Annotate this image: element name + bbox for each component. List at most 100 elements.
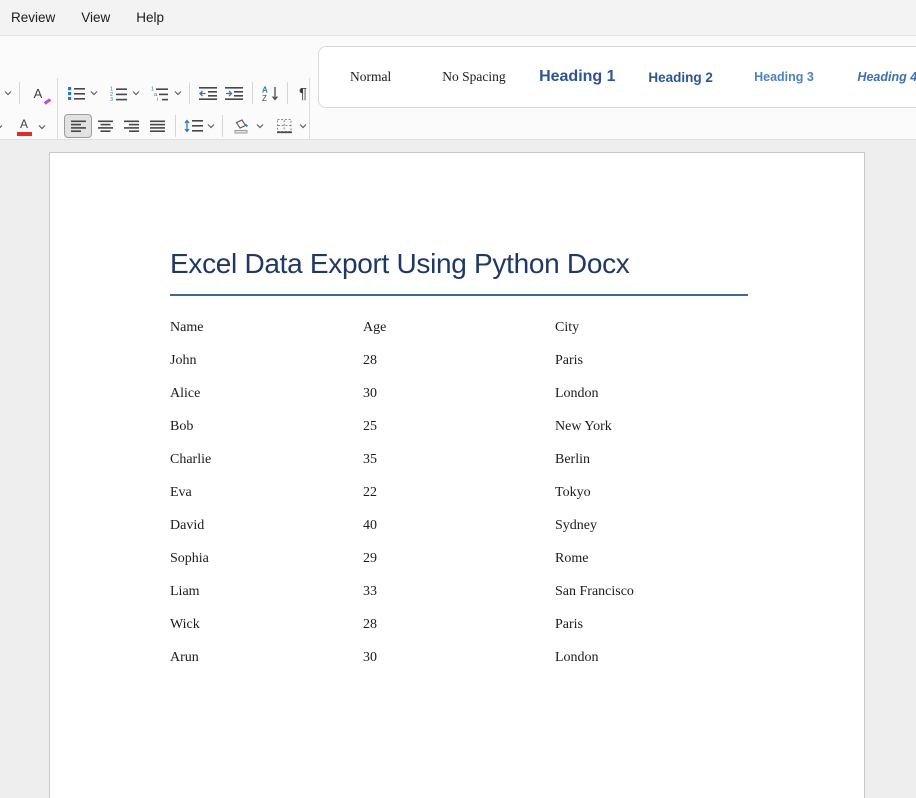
pilcrow-icon[interactable]: ¶	[293, 81, 313, 105]
separator	[175, 115, 176, 137]
table-row: Sophia29Rome	[170, 543, 824, 576]
table-cell: Paris	[555, 353, 824, 369]
table-cell: Liam	[170, 584, 363, 600]
chevron-down-icon[interactable]	[88, 81, 100, 105]
table-cell: Wick	[170, 617, 363, 633]
justify-icon[interactable]	[144, 114, 170, 138]
table-cell: 28	[363, 353, 555, 369]
chevron-down-icon[interactable]	[0, 115, 5, 139]
table-cell: Charlie	[170, 452, 363, 468]
multilevel-list-icon[interactable]: 1 a i	[148, 81, 172, 105]
styles-gallery: Normal No Spacing Heading 1 Heading 2 He…	[318, 46, 916, 108]
chevron-down-icon[interactable]	[172, 81, 184, 105]
decrease-indent-icon[interactable]	[195, 81, 221, 105]
table-cell: 30	[363, 650, 555, 666]
table-cell: 35	[363, 452, 555, 468]
align-left-icon[interactable]	[64, 114, 92, 138]
paragraph-row2	[58, 113, 309, 139]
table-cell: Name	[170, 320, 363, 336]
numbered-list-icon[interactable]: 1 2 3	[106, 81, 130, 105]
line-spacing-icon[interactable]	[181, 114, 205, 138]
style-heading-3[interactable]: Heading 3	[732, 70, 835, 84]
borders-icon[interactable]	[271, 114, 297, 138]
doc-table: NameAgeCityJohn28ParisAlice30LondonBob25…	[170, 311, 824, 675]
separator	[252, 82, 253, 104]
tab-review[interactable]: Review	[9, 7, 57, 28]
table-cell: 40	[363, 518, 555, 534]
table-cell: Rome	[555, 551, 824, 567]
table-cell: 25	[363, 419, 555, 435]
table-cell: Bob	[170, 419, 363, 435]
table-cell: 29	[363, 551, 555, 567]
increase-indent-icon[interactable]	[221, 81, 247, 105]
chevron-down-icon[interactable]	[297, 114, 309, 138]
style-heading-1[interactable]: Heading 1	[526, 68, 629, 86]
svg-text:i: i	[157, 97, 158, 101]
separator	[189, 82, 190, 104]
ribbon: A A 1	[0, 36, 916, 140]
table-cell: Berlin	[555, 452, 824, 468]
chevron-down-icon[interactable]	[254, 114, 266, 138]
eraser-icon	[42, 97, 52, 106]
table-cell: Sophia	[170, 551, 363, 567]
font-group-row2: A	[0, 114, 48, 140]
paragraph-row1: 1 2 3 1 a i	[58, 80, 313, 106]
table-cell: Arun	[170, 650, 363, 666]
chevron-down-icon[interactable]	[36, 115, 48, 139]
table-row: Charlie35Berlin	[170, 443, 824, 476]
font-color-icon[interactable]: A	[12, 115, 36, 139]
style-heading-4[interactable]: Heading 4	[836, 70, 916, 84]
table-cell: John	[170, 353, 363, 369]
table-cell: London	[555, 650, 824, 666]
table-cell: City	[555, 320, 824, 336]
table-header-row: NameAgeCity	[170, 311, 824, 344]
tab-view[interactable]: View	[79, 7, 112, 28]
font-color-bar	[17, 132, 32, 136]
table-row: John28Paris	[170, 344, 824, 377]
menu-bar: Review View Help	[0, 0, 916, 36]
table-cell: 33	[363, 584, 555, 600]
sort-icon[interactable]: A Z	[258, 81, 282, 105]
document-page[interactable]: Excel Data Export Using Python Docx Name…	[49, 152, 865, 798]
table-row: Wick28Paris	[170, 609, 824, 642]
align-right-icon[interactable]	[118, 114, 144, 138]
svg-text:3: 3	[110, 97, 113, 101]
separator	[222, 115, 223, 137]
separator	[287, 82, 288, 104]
table-cell: Sydney	[555, 518, 824, 534]
shading-icon[interactable]	[228, 114, 254, 138]
table-cell: New York	[555, 419, 824, 435]
table-row: Bob25New York	[170, 410, 824, 443]
table-cell: Age	[363, 320, 555, 336]
table-row: Liam33San Francisco	[170, 576, 824, 609]
table-row: David40Sydney	[170, 510, 824, 543]
table-cell: Paris	[555, 617, 824, 633]
table-row: Arun30London	[170, 642, 824, 675]
table-cell: 28	[363, 617, 555, 633]
table-row: Alice30London	[170, 377, 824, 410]
title-underline	[170, 294, 748, 296]
separator	[19, 82, 20, 104]
style-normal[interactable]: Normal	[319, 69, 422, 85]
table-cell: San Francisco	[555, 584, 824, 600]
table-cell: David	[170, 518, 363, 534]
font-group-row1: A	[0, 80, 51, 106]
tab-help[interactable]: Help	[134, 7, 166, 28]
bullet-list-icon[interactable]	[64, 81, 88, 105]
table-row: Eva22Tokyo	[170, 476, 824, 509]
document-title: Excel Data Export Using Python Docx	[170, 248, 630, 280]
document-area: Excel Data Export Using Python Docx Name…	[0, 140, 916, 798]
table-cell: Eva	[170, 485, 363, 501]
chevron-down-icon[interactable]	[2, 81, 14, 105]
table-cell: Tokyo	[555, 485, 824, 501]
table-cell: 22	[363, 485, 555, 501]
chevron-down-icon[interactable]	[130, 81, 142, 105]
style-heading-2[interactable]: Heading 2	[629, 70, 732, 85]
table-cell: London	[555, 386, 824, 402]
clear-formatting-icon[interactable]: A	[25, 81, 51, 105]
table-cell: 30	[363, 386, 555, 402]
align-center-icon[interactable]	[92, 114, 118, 138]
style-no-spacing[interactable]: No Spacing	[422, 69, 525, 85]
table-cell: Alice	[170, 386, 363, 402]
chevron-down-icon[interactable]	[205, 114, 217, 138]
